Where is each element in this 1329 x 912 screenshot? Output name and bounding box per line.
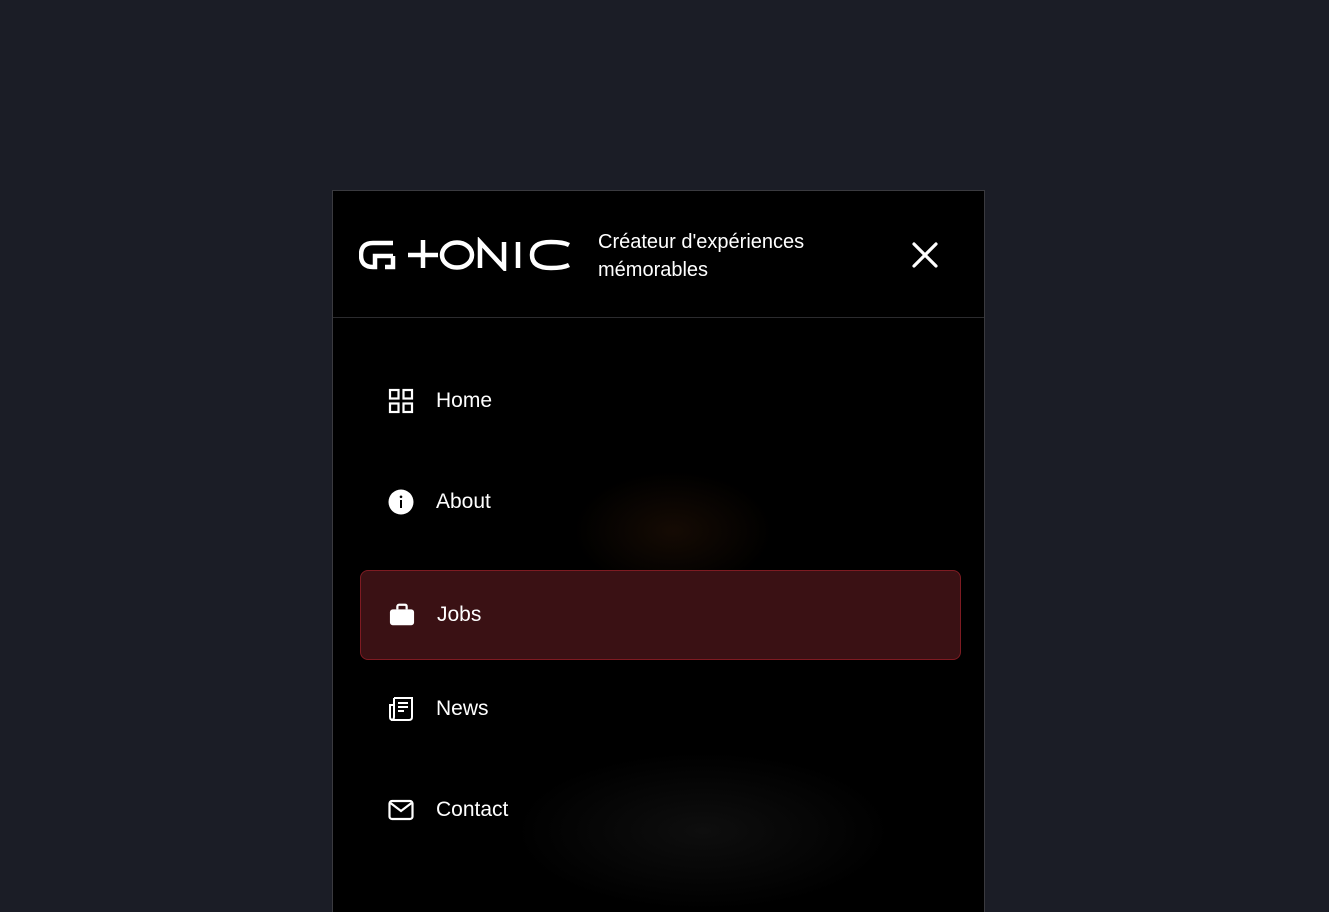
newspaper-icon bbox=[388, 696, 414, 722]
nav-item-label: About bbox=[436, 490, 491, 513]
nav-item-label: Home bbox=[436, 389, 493, 412]
nav-item-news[interactable]: News bbox=[360, 664, 961, 754]
grid-icon bbox=[388, 388, 414, 414]
mail-icon bbox=[388, 797, 414, 823]
menu-header: Créateur d'expériences mémorables bbox=[333, 191, 984, 318]
brand-logo[interactable] bbox=[359, 237, 571, 271]
nav-item-label: Contact bbox=[436, 798, 509, 821]
nav-item-label: News bbox=[436, 697, 489, 720]
nav-item-jobs[interactable]: Jobs bbox=[360, 570, 961, 660]
nav-item-more[interactable] bbox=[360, 866, 961, 912]
briefcase-icon bbox=[389, 602, 415, 628]
nav-item-about[interactable]: About bbox=[360, 457, 961, 547]
info-icon bbox=[388, 489, 414, 515]
mobile-menu-panel: Créateur d'expériences mémorables Home A… bbox=[332, 190, 985, 912]
nav-item-label: Jobs bbox=[437, 603, 482, 626]
close-icon bbox=[912, 242, 938, 268]
nav-item-home[interactable]: Home bbox=[360, 356, 961, 446]
close-menu-button[interactable] bbox=[905, 235, 945, 275]
brand-tagline: Créateur d'expériences mémorables bbox=[598, 231, 805, 281]
nav-item-contact[interactable]: Contact bbox=[360, 765, 961, 855]
partial-icon bbox=[388, 898, 414, 912]
